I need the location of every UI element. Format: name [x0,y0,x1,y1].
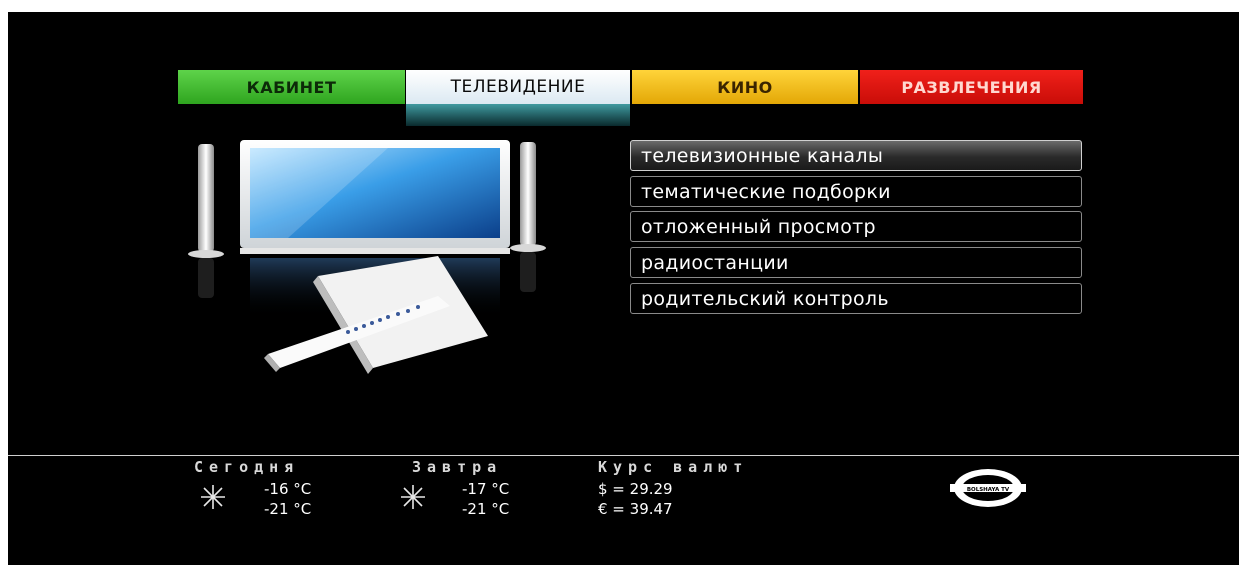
svg-text:BOLSHAYA TV: BOLSHAYA TV [967,487,1010,493]
tomorrow-high-temp: -17 °C [462,480,510,498]
tomorrow-low-temp: -21 °C [462,500,510,518]
today-low-temp: -21 °C [264,500,312,518]
provider-logo: BOLSHAYA TV [950,469,1026,507]
tab-entertainment[interactable]: РАЗВЛЕЧЕНИЯ [860,70,1083,104]
tv-illustration [188,140,546,374]
eur-rate: € = 39.47 [598,500,673,518]
snowflake-icon [401,485,425,509]
usd-rate: $ = 29.29 [598,480,673,498]
weather-today-label: Сегодня [194,458,300,476]
tab-kino[interactable]: КИНО [632,70,858,104]
tv-screen: КАБИНЕТ ТЕЛЕВИДЕНИЕ КИНО РАЗВЛЕЧЕНИЯ тел… [8,12,1239,565]
menu-item-deferred-viewing[interactable]: отложенный просмотр [630,211,1082,242]
active-tab-indicator [406,104,630,126]
tab-cabinet[interactable]: КАБИНЕТ [178,70,405,104]
weather-tomorrow-label: Завтра [412,458,503,476]
menu-item-radio-stations[interactable]: радиостанции [630,247,1082,278]
tab-television[interactable]: ТЕЛЕВИДЕНИЕ [406,70,630,104]
currency-label: Курс валют [598,458,749,476]
today-high-temp: -16 °C [264,480,312,498]
menu-item-tv-channels[interactable]: телевизионные каналы [630,140,1082,171]
snowflake-icon [201,485,225,509]
menu-item-parental-control[interactable]: родительский контроль [630,283,1082,314]
menu-item-thematic-collections[interactable]: тематические подборки [630,176,1082,207]
footer-divider [8,455,1239,456]
